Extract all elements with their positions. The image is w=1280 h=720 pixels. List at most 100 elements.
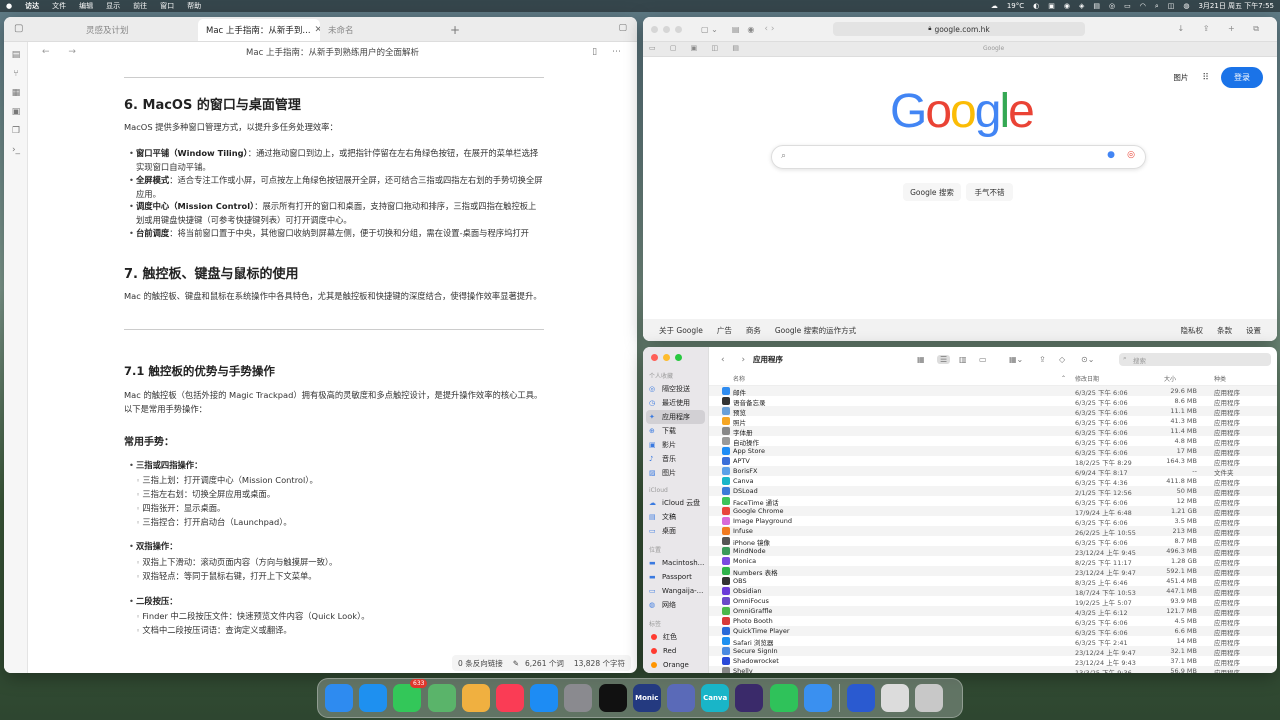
sidebar-item-music[interactable]: ♪ 音乐 — [643, 452, 708, 466]
status-icon-3[interactable]: ◉ — [1064, 2, 1070, 10]
google-lens-icon[interactable]: ◎ — [1127, 150, 1135, 160]
dock-maps-icon[interactable] — [427, 684, 456, 712]
table-row[interactable]: Infuse 26/2/25 上午 10:55 213 MB 应用程序 — [709, 526, 1277, 537]
window-controls[interactable] — [651, 25, 687, 33]
menu-help[interactable]: 帮助 — [187, 1, 201, 11]
sidebar-item-desktop[interactable]: ▭ 桌面 — [643, 524, 708, 538]
table-row[interactable]: APTV 18/2/25 下午 8:29 164.3 MB 应用程序 — [709, 456, 1277, 467]
dock-capcut-icon[interactable] — [598, 684, 627, 712]
menu-edit[interactable]: 编辑 — [79, 1, 93, 11]
siri-icon[interactable]: ◍ — [1183, 2, 1189, 10]
share-icon[interactable]: ⇪ — [1039, 355, 1046, 364]
table-row[interactable]: 自动操作 6/3/25 下午 6:06 4.8 MB 应用程序 — [709, 436, 1277, 447]
menubar-clock[interactable]: 3月21日 周五 下午7:55 — [1198, 1, 1274, 11]
sign-in-button[interactable]: 登录 — [1221, 67, 1263, 88]
dock-iphone-mirroring-icon[interactable] — [666, 684, 695, 712]
table-row[interactable]: OmniGraffle 4/3/25 上午 6:12 121.7 MB 应用程序 — [709, 606, 1277, 617]
weather-icon[interactable]: ☁ — [991, 2, 998, 10]
dock-app-store-icon[interactable] — [530, 684, 559, 712]
feeling-lucky-button[interactable]: 手气不错 — [966, 183, 1013, 201]
footer-privacy[interactable]: 隐私权 — [1181, 325, 1204, 336]
tab-inspiration[interactable]: 灵感及计划 — [78, 19, 198, 41]
footer-how-search-works[interactable]: Google 搜索的运作方式 — [775, 325, 856, 336]
battery-icon[interactable]: ▭ — [1124, 2, 1131, 10]
table-row[interactable]: Secure SignIn 23/12/24 上午 9:47 32.1 MB 应用程序 — [709, 646, 1277, 657]
footer-business[interactable]: 商务 — [746, 325, 761, 336]
back-forward-icon[interactable]: ‹ › — [764, 24, 774, 34]
favorites-icons[interactable]: ▭ ▢ ▣ ◫ ▤ — [649, 44, 745, 52]
google-search-box[interactable]: ⌕ ● ◎ — [771, 145, 1146, 169]
table-row[interactable]: Shelly 13/3/25 下午 9:36 56.9 MB 应用程序 — [709, 666, 1277, 673]
sidebar-tag-orange[interactable]: Orange — [643, 658, 708, 672]
tab-mac-guide[interactable]: Mac 上手指南：从新手到... ✕ — [198, 19, 320, 41]
table-row[interactable]: Photo Booth 6/3/25 下午 6:06 4.5 MB 应用程序 — [709, 616, 1277, 627]
table-row[interactable]: Monica 8/2/25 下午 11:17 1.28 GB 应用程序 — [709, 556, 1277, 567]
column-name[interactable]: 名称 — [733, 374, 745, 383]
footer-settings[interactable]: 设置 — [1246, 325, 1261, 336]
dock-preview-doc-icon[interactable] — [881, 684, 910, 712]
column-view-icon[interactable]: ▥ — [959, 355, 967, 364]
sidebar-icon[interactable]: ▢ ⌄ — [701, 25, 718, 34]
tab-untitled[interactable]: 未命名 — [320, 19, 440, 41]
dock-messages-icon[interactable]: 633 — [393, 679, 428, 712]
weather-temp[interactable]: 19°C — [1007, 2, 1024, 10]
dock-monic-icon[interactable]: Monic — [632, 684, 661, 712]
sidebar-item-recents[interactable]: ◷ 最近使用 — [643, 396, 708, 410]
menu-view[interactable]: 显示 — [106, 1, 120, 11]
status-icon-5[interactable]: ▤ — [1093, 2, 1100, 10]
table-row[interactable]: 预览 6/3/25 下午 6:06 11.1 MB 应用程序 — [709, 406, 1277, 417]
list-view-icon[interactable]: ☰ — [937, 355, 951, 364]
table-row[interactable]: iPhone 镜像 6/3/25 下午 6:06 8.7 MB 应用程序 — [709, 536, 1277, 547]
canvas-icon[interactable]: ▦ — [4, 83, 28, 102]
dock-wechat-icon[interactable] — [769, 684, 798, 712]
share-newtab-icons[interactable]: ↓ ⇪ + ⧉ — [1178, 24, 1267, 34]
dock-safari-icon[interactable] — [359, 684, 388, 712]
wifi-icon[interactable]: ◠ — [1140, 2, 1146, 10]
sidebar-tag-red-en[interactable]: Red — [643, 644, 708, 658]
footer-ads[interactable]: 广告 — [717, 325, 732, 336]
dock-obsidian-icon[interactable] — [735, 684, 764, 712]
footer-about[interactable]: 关于 Google — [659, 325, 703, 336]
control-center-icon[interactable]: ◫ — [1168, 2, 1175, 10]
dock-photos-icon[interactable] — [461, 684, 490, 712]
table-row[interactable]: DSLoad 2/1/25 下午 12:56 50 MB 应用程序 — [709, 486, 1277, 497]
sidebar-item-pictures[interactable]: ▨ 图片 — [643, 466, 708, 480]
menu-file[interactable]: 文件 — [52, 1, 66, 11]
sidebar-toggle-icon[interactable]: ▢ — [14, 23, 23, 34]
icon-view-icon[interactable]: ▦ — [917, 355, 925, 364]
dock-settings-icon[interactable] — [564, 684, 593, 712]
dock-trash-icon[interactable] — [915, 684, 944, 712]
microphone-icon[interactable]: ● — [1107, 150, 1115, 160]
table-row[interactable]: 字体册 6/3/25 下午 6:06 11.4 MB 应用程序 — [709, 426, 1277, 437]
apps-grid-icon[interactable]: ⠿ — [1202, 73, 1209, 83]
new-tab-icon[interactable]: + — [442, 19, 468, 41]
copy-icon[interactable]: ❐ — [4, 121, 28, 140]
back-forward-icon[interactable]: ‹ › — [721, 355, 752, 365]
column-date[interactable]: 修改日期 — [1075, 374, 1099, 383]
table-row[interactable]: Canva 6/3/25 下午 4:36 411.8 MB 应用程序 — [709, 476, 1277, 487]
table-row[interactable]: App Store 6/3/25 下午 6:06 17 MB 应用程序 — [709, 446, 1277, 457]
right-sidebar-toggle-icon[interactable]: ▢ — [618, 23, 627, 33]
sidebar-item-airdrop[interactable]: ◎ 隔空投送 — [643, 382, 708, 396]
footer-terms[interactable]: 条款 — [1217, 325, 1232, 336]
tag-icon[interactable]: ◇ — [1059, 355, 1065, 364]
table-row[interactable]: OBS 8/3/25 上午 6:46 451.4 MB 应用程序 — [709, 576, 1277, 587]
table-row[interactable]: 照片 6/3/25 下午 6:06 41.3 MB 应用程序 — [709, 416, 1277, 427]
sidebar-item-movies[interactable]: ▣ 影片 — [643, 438, 708, 452]
table-row[interactable]: Obsidian 18/7/24 下午 10:53 447.1 MB 应用程序 — [709, 586, 1277, 597]
back-forward-icon[interactable]: ← → — [42, 47, 84, 57]
graph-icon[interactable]: ⑂ — [4, 64, 28, 83]
gallery-view-icon[interactable]: ▭ — [979, 355, 987, 364]
table-row[interactable]: Numbers 表格 23/12/24 上午 9:47 592.1 MB 应用程序 — [709, 566, 1277, 577]
google-search-button[interactable]: Google 搜索 — [903, 183, 961, 201]
search-icon[interactable]: ⌕ — [1155, 2, 1159, 11]
sidebar-item-macintosh[interactable]: ▬ Macintosh... — [643, 556, 708, 570]
column-size[interactable]: 大小 — [1164, 374, 1176, 383]
table-row[interactable]: Shadowrocket 23/12/24 上午 9:43 37.1 MB 应用程序 — [709, 656, 1277, 667]
menu-go[interactable]: 前往 — [133, 1, 147, 11]
sidebar-tag-red[interactable]: 红色 — [643, 630, 708, 644]
status-icon-4[interactable]: ◈ — [1079, 2, 1084, 10]
calendar-icon[interactable]: ▣ — [4, 102, 28, 121]
sort-chevron-icon[interactable]: ⌃ — [1061, 375, 1066, 382]
sidebar-item-passport[interactable]: ▬ Passport — [643, 570, 708, 584]
